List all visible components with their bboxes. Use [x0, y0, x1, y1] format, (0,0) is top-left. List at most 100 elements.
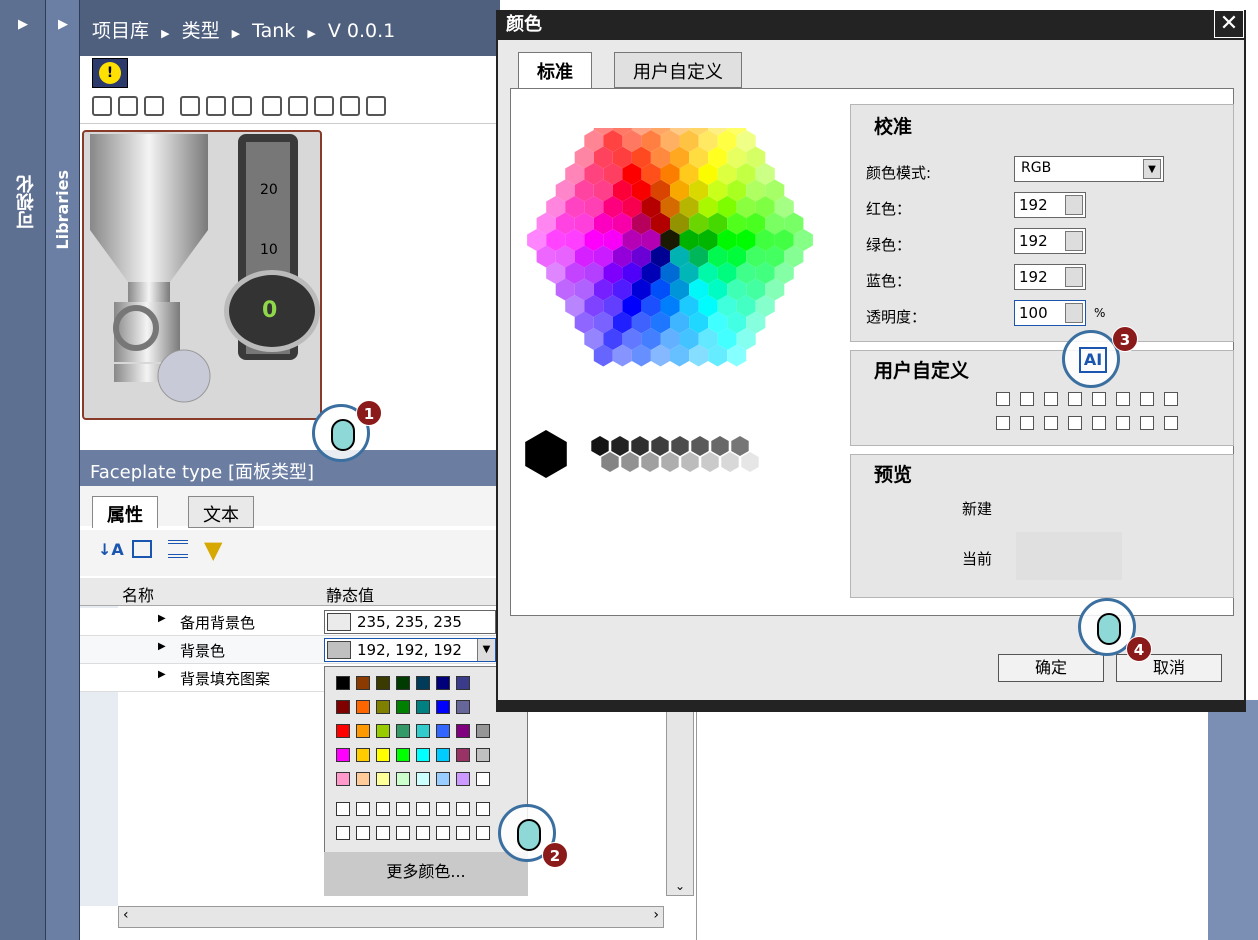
palette-swatch[interactable] [436, 724, 450, 738]
blue-stepper[interactable]: 192 [1014, 264, 1086, 290]
visualization-strip[interactable]: ▶ 可视化 [0, 0, 46, 940]
expand-arrow-icon[interactable]: ▶ [49, 10, 77, 40]
custom-palette-swatch[interactable] [416, 802, 430, 816]
palette-swatch[interactable] [396, 772, 410, 786]
distribute-icon[interactable] [340, 96, 360, 116]
palette-swatch[interactable] [476, 772, 490, 786]
user-color-cell[interactable] [1044, 392, 1058, 406]
more-colors-button[interactable]: 更多颜色... [324, 852, 528, 896]
libraries-strip[interactable]: ▶ Libraries [46, 0, 80, 940]
horizontal-scrollbar[interactable]: ‹ › [118, 906, 664, 928]
palette-swatch[interactable] [436, 676, 450, 690]
palette-swatch[interactable] [416, 748, 430, 762]
user-color-cell[interactable] [1116, 416, 1130, 430]
chevron-down-icon[interactable]: ▼ [1143, 159, 1161, 179]
palette-swatch[interactable] [436, 748, 450, 762]
breadcrumb-item[interactable]: 类型 [182, 20, 220, 42]
custom-palette-swatch[interactable] [396, 802, 410, 816]
custom-palette-swatch[interactable] [336, 802, 350, 816]
align-top-icon[interactable] [262, 96, 282, 116]
user-color-cell[interactable] [1164, 416, 1178, 430]
palette-swatch[interactable] [336, 772, 350, 786]
palette-swatch[interactable] [436, 700, 450, 714]
scroll-down-icon[interactable]: ⌄ [675, 879, 685, 893]
rotate-icon[interactable] [92, 96, 112, 116]
palette-swatch[interactable] [416, 724, 430, 738]
tab-standard[interactable]: 标准 [518, 52, 592, 88]
breadcrumb-item[interactable]: V 0.0.1 [328, 20, 395, 42]
ok-button[interactable]: 确定 [998, 654, 1104, 682]
rotate-right-icon[interactable] [144, 96, 164, 116]
palette-swatch[interactable] [416, 700, 430, 714]
palette-swatch[interactable] [356, 748, 370, 762]
palette-swatch[interactable] [456, 772, 470, 786]
rotate-left-icon[interactable] [118, 96, 138, 116]
tank-faceplate[interactable]: 20 10 0 [82, 130, 322, 420]
close-icon[interactable]: ✕ [1214, 10, 1244, 38]
palette-swatch[interactable] [356, 676, 370, 690]
align-middle-icon[interactable] [288, 96, 308, 116]
expand-arrow-icon[interactable]: ▶ [9, 10, 37, 40]
palette-swatch[interactable] [476, 724, 490, 738]
user-color-cell[interactable] [996, 392, 1010, 406]
palette-swatch[interactable] [336, 724, 350, 738]
palette-swatch[interactable] [376, 700, 390, 714]
green-stepper[interactable]: 192 [1014, 228, 1086, 254]
custom-palette-swatch[interactable] [356, 826, 370, 840]
custom-palette-swatch[interactable] [356, 802, 370, 816]
custom-palette-swatch[interactable] [376, 802, 390, 816]
scroll-right-icon[interactable]: › [653, 907, 659, 923]
palette-swatch[interactable] [456, 748, 470, 762]
list-view-icon[interactable] [168, 540, 188, 558]
background-color-value[interactable]: 192, 192, 192 ▼ [324, 638, 496, 662]
palette-swatch[interactable] [416, 772, 430, 786]
palette-swatch[interactable] [336, 748, 350, 762]
user-color-cell[interactable] [1092, 392, 1106, 406]
palette-swatch[interactable] [376, 748, 390, 762]
align-right-icon[interactable] [232, 96, 252, 116]
alt-background-color-value[interactable]: 235, 235, 235 [324, 610, 496, 634]
warning-icon[interactable]: ! [92, 58, 128, 88]
palette-swatch[interactable] [476, 748, 490, 762]
custom-palette-swatch[interactable] [436, 802, 450, 816]
user-color-cell[interactable] [1164, 392, 1178, 406]
palette-swatch[interactable] [356, 700, 370, 714]
palette-swatch[interactable] [436, 772, 450, 786]
palette-swatch[interactable] [396, 676, 410, 690]
category-icon[interactable] [132, 540, 152, 558]
custom-palette-swatch[interactable] [456, 802, 470, 816]
palette-swatch[interactable] [376, 676, 390, 690]
custom-palette-swatch[interactable] [396, 826, 410, 840]
filter-icon[interactable]: ▼ [204, 536, 222, 564]
user-color-cell[interactable] [1092, 416, 1106, 430]
custom-palette-swatch[interactable] [456, 826, 470, 840]
scroll-left-icon[interactable]: ‹ [123, 907, 129, 923]
color-mode-select[interactable]: RGB ▼ [1014, 156, 1164, 182]
user-color-cell[interactable] [1140, 392, 1154, 406]
align-center-icon[interactable] [206, 96, 226, 116]
custom-palette-swatch[interactable] [476, 826, 490, 840]
custom-palette-swatch[interactable] [336, 826, 350, 840]
user-color-cell[interactable] [1020, 392, 1034, 406]
palette-swatch[interactable] [336, 676, 350, 690]
tab-text[interactable]: 文本 [188, 496, 254, 528]
palette-swatch[interactable] [396, 700, 410, 714]
user-color-cell[interactable] [1068, 392, 1082, 406]
custom-palette-swatch[interactable] [436, 826, 450, 840]
user-color-cell[interactable] [1020, 416, 1034, 430]
breadcrumb-item[interactable]: 项目库 [92, 20, 149, 42]
align-bottom-icon[interactable] [314, 96, 334, 116]
color-hexagon-picker[interactable] [520, 128, 820, 488]
red-stepper[interactable]: 192 [1014, 192, 1086, 218]
size-icon[interactable] [366, 96, 386, 116]
user-color-cell[interactable] [1068, 416, 1082, 430]
transparency-stepper[interactable]: 100 [1014, 300, 1086, 326]
user-color-cell[interactable] [1116, 392, 1130, 406]
palette-swatch[interactable] [376, 724, 390, 738]
align-left-icon[interactable] [180, 96, 200, 116]
breadcrumb-item[interactable]: Tank [252, 20, 295, 42]
tab-user-defined[interactable]: 用户自定义 [614, 52, 742, 88]
custom-palette-swatch[interactable] [416, 826, 430, 840]
sort-icon[interactable]: ↓A [98, 540, 124, 559]
palette-swatch[interactable] [356, 724, 370, 738]
